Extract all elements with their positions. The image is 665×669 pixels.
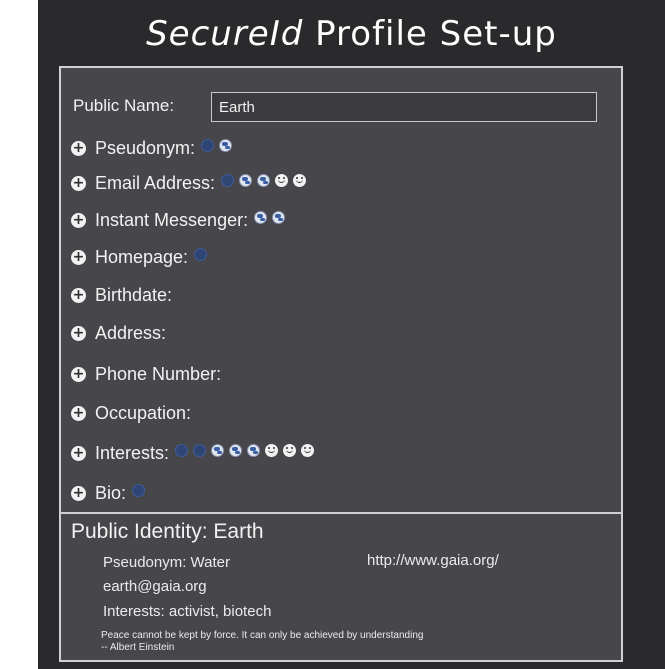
earth-icon[interactable]	[257, 174, 271, 187]
field-label-pseudonym: Pseudonym:	[95, 137, 196, 158]
globe-icon[interactable]	[201, 139, 215, 152]
add-birthdate-plus-icon[interactable]: +	[71, 287, 86, 303]
profile-panel: Public Name: + Pseudonym: + Email Addres…	[59, 66, 623, 662]
interests-icons	[175, 444, 319, 462]
identity-pseudonym: Pseudonym: Water	[103, 554, 230, 571]
title-rest: Profile Set-up	[303, 14, 557, 54]
add-bio-plus-icon[interactable]: +	[71, 485, 86, 501]
identity-email: earth@gaia.org	[103, 578, 207, 595]
profile-fields: Public Name: + Pseudonym: + Email Addres…	[61, 68, 621, 512]
field-row-pseudonym[interactable]: + Pseudonym:	[71, 136, 237, 160]
field-label-bio: Bio:	[95, 482, 127, 503]
field-row-email[interactable]: + Email Address:	[71, 171, 311, 195]
earth-icon[interactable]	[272, 211, 286, 224]
public-identity-preview: Public Identity: Earth Pseudonym: Water …	[61, 512, 621, 660]
field-label-email: Email Address:	[95, 172, 216, 193]
globe-icon[interactable]	[194, 248, 208, 261]
smiley-icon[interactable]	[293, 174, 307, 187]
field-row-phone-number[interactable]: + Phone Number:	[71, 362, 227, 386]
identity-quote-author: -- Albert Einstein	[101, 642, 175, 653]
field-row-instant-messenger[interactable]: + Instant Messenger:	[71, 208, 290, 232]
homepage-icons	[194, 248, 212, 266]
pseudonym-icons	[201, 139, 237, 157]
app-window: SecureId Profile Set-up Public Name: + P…	[38, 0, 665, 669]
add-homepage-plus-icon[interactable]: +	[71, 249, 86, 265]
earth-icon[interactable]	[229, 444, 243, 457]
smiley-icon[interactable]	[265, 444, 279, 457]
field-label-birthdate: Birthdate:	[95, 284, 173, 305]
field-row-address[interactable]: + Address:	[71, 321, 172, 345]
earth-icon[interactable]	[254, 211, 268, 224]
add-instant-messenger-plus-icon[interactable]: +	[71, 212, 86, 228]
field-row-bio[interactable]: + Bio:	[71, 481, 150, 505]
page-title: SecureId Profile Set-up	[38, 14, 665, 54]
field-label-phone-number: Phone Number:	[95, 363, 222, 384]
field-row-interests[interactable]: + Interests:	[71, 441, 319, 465]
add-pseudonym-plus-icon[interactable]: +	[71, 140, 86, 156]
globe-icon[interactable]	[175, 444, 189, 457]
smiley-icon[interactable]	[283, 444, 297, 457]
public-name-label: Public Name:	[73, 96, 175, 115]
globe-icon[interactable]	[132, 484, 146, 497]
smiley-icon[interactable]	[275, 174, 289, 187]
field-label-occupation: Occupation:	[95, 402, 192, 423]
globe-icon[interactable]	[221, 174, 235, 187]
field-label-interests: Interests:	[95, 442, 170, 463]
field-label-instant-messenger: Instant Messenger:	[95, 209, 249, 230]
add-phone-number-plus-icon[interactable]: +	[71, 366, 86, 382]
public-name-input[interactable]	[211, 92, 597, 122]
earth-icon[interactable]	[211, 444, 225, 457]
email-icons	[221, 174, 311, 192]
earth-icon[interactable]	[247, 444, 261, 457]
earth-icon[interactable]	[239, 174, 253, 187]
identity-interests: Interests: activist, biotech	[103, 603, 272, 620]
field-row-homepage[interactable]: + Homepage:	[71, 245, 212, 269]
smiley-icon[interactable]	[301, 444, 315, 457]
add-email-plus-icon[interactable]: +	[71, 175, 86, 191]
bio-icons	[132, 484, 150, 502]
instant-messenger-icons	[254, 211, 290, 229]
public-identity-title: Public Identity: Earth	[71, 520, 264, 543]
field-label-address: Address:	[95, 322, 167, 343]
identity-homepage-link[interactable]: http://www.gaia.org/	[367, 552, 499, 569]
add-address-plus-icon[interactable]: +	[71, 325, 86, 341]
add-occupation-plus-icon[interactable]: +	[71, 405, 86, 421]
earth-icon[interactable]	[219, 139, 233, 152]
field-label-homepage: Homepage:	[95, 246, 189, 267]
field-row-birthdate[interactable]: + Birthdate:	[71, 283, 178, 307]
add-interests-plus-icon[interactable]: +	[71, 445, 86, 461]
globe-icon[interactable]	[193, 444, 207, 457]
identity-quote: Peace cannot be kept by force. It can on…	[101, 630, 424, 641]
field-row-occupation[interactable]: + Occupation:	[71, 401, 197, 425]
title-brand: SecureId	[146, 14, 304, 54]
